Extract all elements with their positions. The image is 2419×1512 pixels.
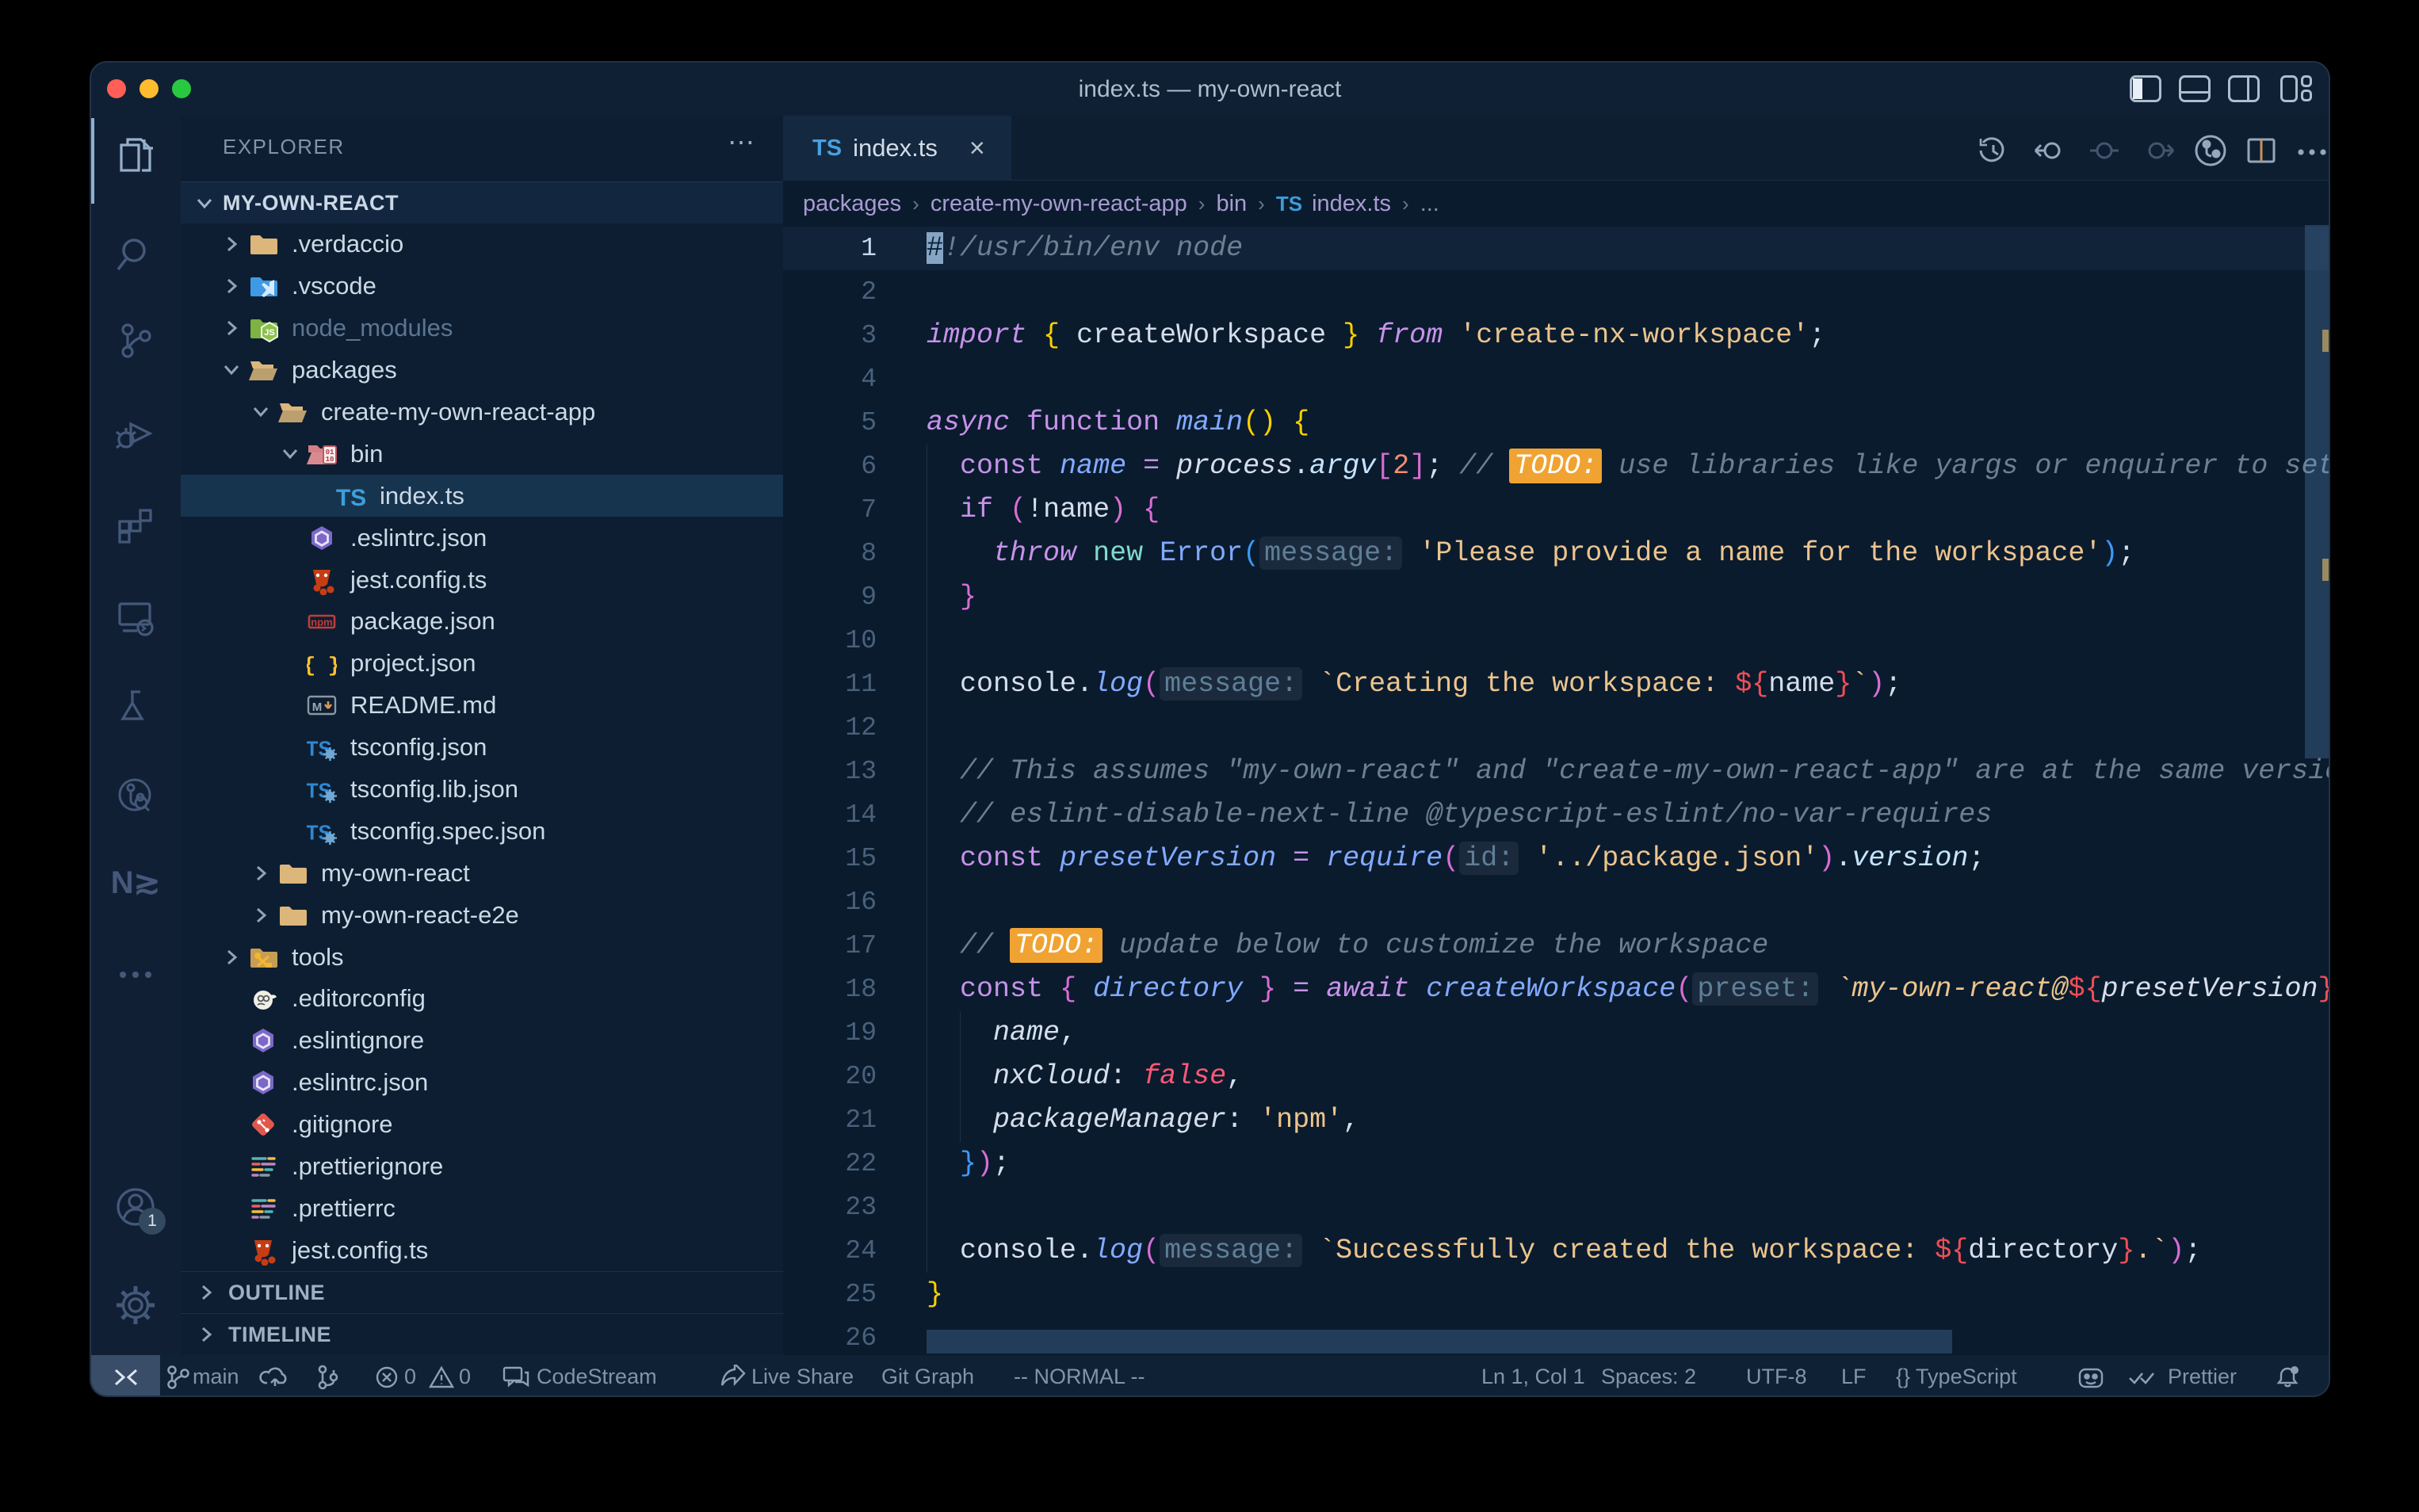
svg-text:npm: npm [311, 617, 332, 628]
svg-text:JS: JS [264, 328, 274, 338]
svg-text:10: 10 [326, 456, 334, 464]
svg-text:{ }: { } [307, 654, 337, 678]
svg-text:M: M [312, 701, 323, 714]
svg-text:TS: TS [336, 485, 366, 511]
